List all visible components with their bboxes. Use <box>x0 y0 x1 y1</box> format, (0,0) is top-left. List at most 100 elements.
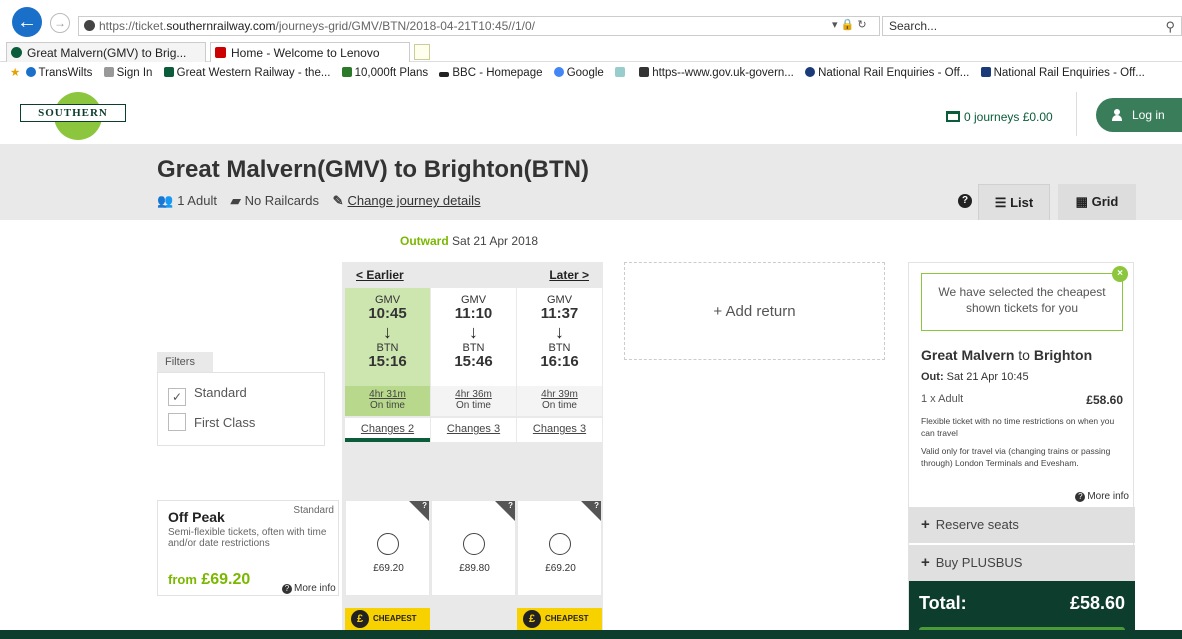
changes-link[interactable]: Changes 3 <box>447 423 500 435</box>
favorite-gov-uk[interactable]: https--www.gov.uk-govern... <box>639 62 794 84</box>
help-icon[interactable]: ? <box>508 501 513 510</box>
from-label: from <box>168 572 197 587</box>
footer-strip <box>0 630 1182 639</box>
list-label: List <box>1010 195 1034 210</box>
favorite-nre-1[interactable]: National Rail Enquiries - Off... <box>805 62 969 84</box>
more-info-label: More info <box>294 583 336 594</box>
fare-option[interactable]: ? £69.20 <box>517 500 602 596</box>
site-identity-icon[interactable] <box>84 20 95 31</box>
train-option[interactable]: GMV 11:37 ↓ BTN 16:16 <box>517 288 602 386</box>
new-tab-icon[interactable] <box>414 44 430 60</box>
duration-link[interactable]: 4hr 31m <box>345 389 430 400</box>
cheapest-label: CHEAPEST <box>373 614 417 623</box>
tab-southern[interactable]: Great Malvern(GMV) to Brig... × <box>6 42 206 80</box>
favorite-label: 10,000ft Plans <box>354 67 429 79</box>
favorite-blank[interactable] <box>615 62 628 84</box>
favorite-sign-in[interactable]: Sign In <box>103 62 153 84</box>
help-icon[interactable]: ? <box>594 501 599 510</box>
site-header: SOUTHERN 0 journeys £0.00 Log in <box>0 84 1182 144</box>
tab-lenovo[interactable]: Home - Welcome to Lenovo <box>210 42 410 62</box>
plus-icon: + <box>921 554 930 571</box>
browser-search-input[interactable]: Search... ⚲ <box>882 16 1182 36</box>
close-icon[interactable]: × <box>1112 266 1128 282</box>
login-button[interactable]: Log in <box>1096 98 1182 132</box>
reserve-seats-expander[interactable]: + Reserve seats <box>909 507 1135 543</box>
southern-logo[interactable]: SOUTHERN <box>20 104 126 122</box>
favorite-label: https--www.gov.uk-govern... <box>652 67 794 79</box>
train-option[interactable]: GMV 11:10 ↓ BTN 15:46 <box>431 288 516 386</box>
help-icon[interactable]: ? <box>958 194 972 208</box>
list-view-button[interactable]: ☰ List <box>978 184 1050 220</box>
checkbox-unchecked[interactable] <box>168 413 186 431</box>
header-divider <box>1076 92 1077 136</box>
favorite-label: Sign In <box>116 67 153 79</box>
favorites-bar: ★ TransWilts Sign In Great Western Railw… <box>0 62 1182 84</box>
passengers-text: 1 Adult <box>177 193 217 208</box>
changes-cell: Changes 3 <box>517 418 602 442</box>
filter-first-class[interactable]: First Class <box>168 413 255 431</box>
help-icon[interactable]: ? <box>422 501 427 510</box>
forward-arrow-icon[interactable]: → <box>50 13 70 33</box>
favorite-nre-2[interactable]: National Rail Enquiries - Off... <box>980 62 1145 84</box>
tab-label: Home - Welcome to Lenovo <box>231 46 380 60</box>
list-icon: ☰ <box>994 195 1007 210</box>
url-path: /journeys-grid/GMV/BTN/2018-04-21T10:45/… <box>275 19 535 33</box>
filter-standard[interactable]: ✓ Standard <box>168 385 247 406</box>
favicon-icon <box>341 67 352 77</box>
favorite-10000ft[interactable]: 10,000ft Plans <box>341 62 429 84</box>
departure-time: 10:45 <box>368 305 407 322</box>
summary-route: Great Malvern to Brighton <box>921 347 1092 363</box>
changes-cell: Changes 2 <box>345 418 430 442</box>
arrival-time: 15:16 <box>368 353 407 370</box>
cheapest-tip: We have selected the cheapest shown tick… <box>921 266 1128 331</box>
duration-link[interactable]: 4hr 39m <box>517 389 602 400</box>
change-journey-link[interactable]: Change journey details <box>348 193 481 208</box>
fare-description: Semi-flexible tickets, often with time a… <box>168 527 327 549</box>
basket-summary: 0 journeys £0.00 <box>964 110 1053 124</box>
favorite-label: TransWilts <box>38 67 93 79</box>
journey-header: Great Malvern(GMV) to Brighton(BTN) 👥 1 A… <box>0 144 1182 220</box>
arrival-time: 15:46 <box>454 353 493 370</box>
summary-ticket-price: £58.60 <box>1086 393 1123 407</box>
train-duration: 4hr 31m On time <box>345 386 430 416</box>
later-link[interactable]: Later > <box>549 268 589 282</box>
fare-option[interactable]: ? £89.80 <box>431 500 516 596</box>
url-controls[interactable]: ▾ 🔒 ↻ <box>832 18 867 31</box>
add-return-button[interactable]: + Add return <box>624 262 885 360</box>
plusbus-expander[interactable]: + Buy PLUSBUS <box>909 545 1135 581</box>
basket[interactable]: 0 journeys £0.00 <box>946 110 1053 124</box>
favorite-label: Google <box>566 67 604 79</box>
checkbox-checked[interactable]: ✓ <box>168 388 186 406</box>
back-arrow-icon[interactable]: ← <box>12 7 42 37</box>
favorite-gwr[interactable]: Great Western Railway - the... <box>163 62 330 84</box>
favicon-icon <box>805 67 816 77</box>
info-icon: ? <box>1075 492 1086 502</box>
fare-more-info-link[interactable]: ? More info <box>282 583 336 594</box>
changes-link[interactable]: Changes 3 <box>533 423 586 435</box>
info-icon: ? <box>282 584 292 594</box>
lenovo-favicon-icon <box>215 47 226 58</box>
cheapest-badge: £ CHEAPEST <box>517 608 602 630</box>
grid-view-button[interactable]: ▦ Grid <box>1058 184 1136 220</box>
changes-link[interactable]: Changes 2 <box>361 423 414 435</box>
outward-date: Sat 21 Apr 2018 <box>452 234 539 248</box>
favicon-icon <box>103 67 114 77</box>
radio-button[interactable] <box>463 533 485 555</box>
duration-link[interactable]: 4hr 36m <box>431 389 516 400</box>
fare-option[interactable]: ? £69.20 <box>345 500 430 596</box>
earlier-link[interactable]: < Earlier <box>356 268 404 282</box>
ticket-validity-note: Valid only for travel via (changing trai… <box>921 446 1111 468</box>
favicon-icon <box>639 67 650 77</box>
favorite-bbc[interactable]: BBC - Homepage <box>439 62 543 84</box>
time-nav: < Earlier Later > <box>342 262 603 288</box>
login-label: Log in <box>1132 108 1165 122</box>
search-icon[interactable]: ⚲ <box>1165 18 1175 36</box>
radio-button[interactable] <box>549 533 571 555</box>
favorite-transwilts[interactable]: TransWilts <box>25 62 93 84</box>
radio-button[interactable] <box>377 533 399 555</box>
page-title: Great Malvern(GMV) to Brighton(BTN) <box>157 156 589 183</box>
favorite-google[interactable]: Google <box>553 62 604 84</box>
url-field[interactable]: https://ticket.southernrailway.com/journ… <box>78 16 880 36</box>
train-option[interactable]: GMV 10:45 ↓ BTN 15:16 <box>345 288 430 386</box>
summary-more-info-link[interactable]: ? More info <box>1075 491 1129 502</box>
